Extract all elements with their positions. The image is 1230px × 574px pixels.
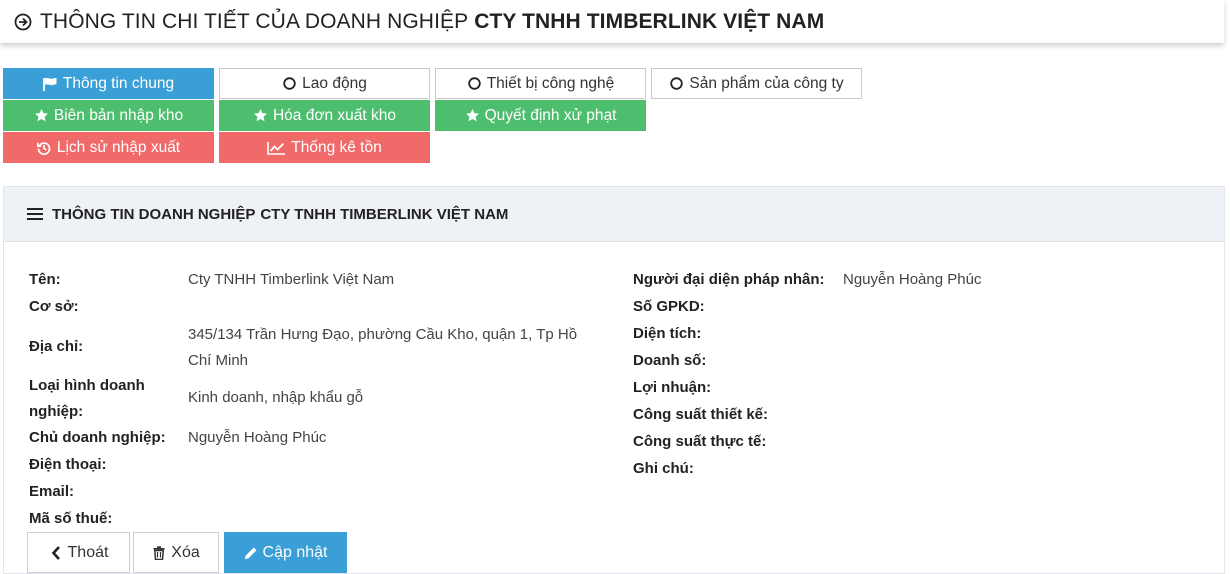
update-button[interactable]: Cập nhật — [224, 532, 347, 573]
exit-button[interactable]: Thoát — [27, 532, 130, 573]
field-value-address: 345/134 Trần Hưng Đạo, phường Cầu Kho, q… — [188, 326, 578, 369]
field-value-name: Cty TNHH Timberlink Việt Nam — [188, 271, 395, 288]
field-label-revenue: Doanh số: — [633, 352, 707, 369]
tab-products[interactable]: Sản phẩm của công ty — [651, 68, 862, 99]
tab-penalty-decision-label: Quyết định xử phạt — [484, 106, 617, 124]
tab-inventory-stats[interactable]: Thống kê tồn — [219, 132, 430, 163]
field-label-design-capacity: Công suất thiết kế: — [633, 406, 769, 423]
circle-icon — [467, 76, 482, 91]
field-label-license-no: Số GPKD: — [633, 298, 705, 315]
flag-icon — [43, 76, 58, 91]
page-title-company: CTY TNHH TIMBERLINK VIỆT NAM — [474, 9, 825, 33]
panel-title: THÔNG TIN DOANH NGHIỆP — [52, 205, 256, 223]
tab-warehouse-receipt-label: Biên bản nhập kho — [53, 106, 184, 124]
tab-import-export-history-label: Lịch sử nhập xuất — [56, 138, 181, 156]
field-label-actual-capacity: Công suất thực tế: — [633, 433, 767, 450]
history-icon — [37, 140, 52, 155]
field-label-business-type: Loại hình doanh nghiệp: — [29, 377, 145, 420]
star-icon — [465, 108, 480, 123]
field-label-tax-code: Mã số thuế: — [29, 510, 113, 527]
tab-labor-label: Lao động — [302, 74, 367, 92]
tab-products-label: Sản phẩm của công ty — [689, 74, 844, 92]
panel-title-company: CTY TNHH TIMBERLINK VIỆT NAM — [260, 205, 509, 223]
tab-equipment[interactable]: Thiết bị công nghệ — [435, 68, 646, 99]
trash-icon — [152, 545, 166, 560]
tab-export-invoice-label: Hóa đơn xuất kho — [272, 106, 397, 124]
tab-labor[interactable]: Lao động — [219, 68, 430, 99]
tab-import-export-history[interactable]: Lịch sử nhập xuất — [3, 132, 214, 163]
field-value-business-type: Kinh doanh, nhập khẩu gỗ — [188, 389, 364, 406]
pencil-icon — [244, 546, 258, 560]
field-label-address: Địa chỉ: — [29, 338, 84, 355]
company-info-panel: THÔNG TIN DOANH NGHIỆP CTY TNHH TIMBERLI… — [3, 186, 1225, 574]
exit-button-label: Thoát — [67, 543, 109, 561]
circle-icon — [669, 76, 684, 91]
field-label-legal-rep: Người đại diện pháp nhân: — [633, 271, 825, 288]
field-label-notes: Ghi chú: — [633, 460, 694, 477]
tab-export-invoice[interactable]: Hóa đơn xuất kho — [219, 100, 430, 131]
field-label-profit: Lợi nhuận: — [633, 379, 712, 396]
panel-header: THÔNG TIN DOANH NGHIỆP CTY TNHH TIMBERLI… — [4, 187, 1224, 242]
page-title: THÔNG TIN CHI TIẾT CỦA DOANH NGHIỆP — [40, 9, 469, 33]
tab-penalty-decision[interactable]: Quyết định xử phạt — [435, 100, 646, 131]
field-value-legal-rep: Nguyễn Hoàng Phúc — [843, 271, 982, 288]
line-chart-icon — [267, 140, 286, 155]
tab-general-info-label: Thông tin chung — [62, 74, 175, 92]
field-label-phone: Điện thoại: — [29, 456, 107, 473]
circle-arrow-right-icon — [14, 13, 32, 31]
page-header: THÔNG TIN CHI TIẾT CỦA DOANH NGHIỆP CTY … — [0, 0, 1224, 43]
tab-equipment-label: Thiết bị công nghệ — [486, 74, 615, 92]
field-label-branch: Cơ sở: — [29, 298, 79, 315]
chevron-left-icon — [49, 545, 63, 560]
circle-icon — [282, 76, 297, 91]
field-label-area: Diện tích: — [633, 325, 702, 342]
field-value-owner: Nguyễn Hoàng Phúc — [188, 429, 327, 446]
field-label-email: Email: — [29, 483, 75, 500]
list-icon — [27, 207, 43, 221]
field-label-name: Tên: — [29, 271, 61, 288]
delete-button[interactable]: Xóa — [133, 532, 219, 573]
star-icon — [253, 108, 268, 123]
field-label-owner: Chủ doanh nghiệp: — [29, 429, 166, 446]
star-icon — [34, 108, 49, 123]
delete-button-label: Xóa — [171, 543, 200, 561]
update-button-label: Cập nhật — [262, 543, 328, 561]
tab-inventory-stats-label: Thống kê tồn — [291, 138, 382, 156]
tab-general-info[interactable]: Thông tin chung — [3, 68, 214, 99]
tab-warehouse-receipt[interactable]: Biên bản nhập kho — [3, 100, 214, 131]
